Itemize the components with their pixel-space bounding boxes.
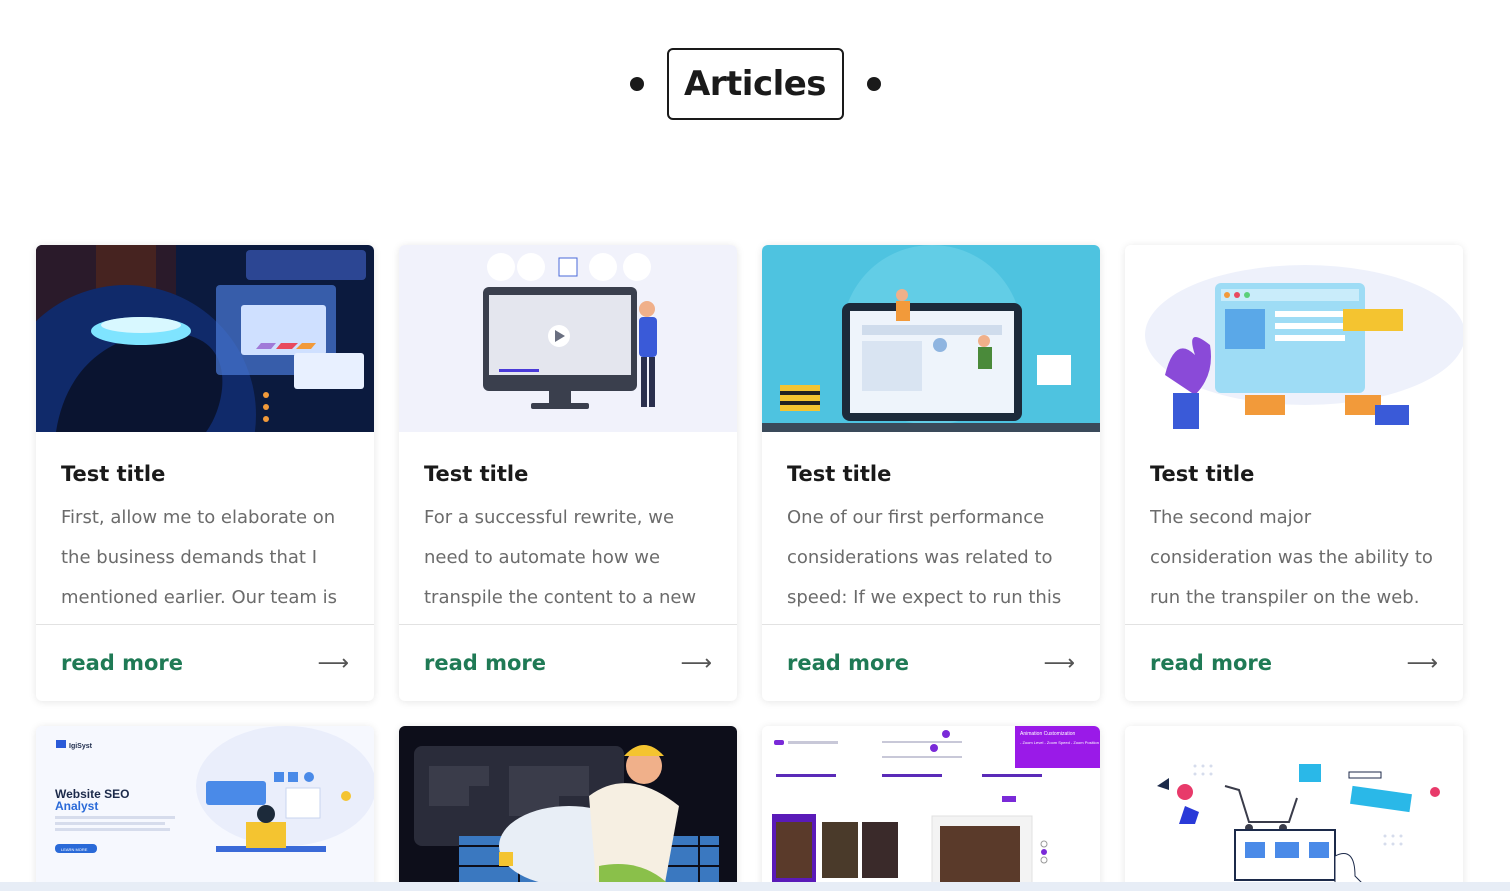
read-more-link[interactable]: read more xyxy=(61,651,183,675)
read-more-link[interactable]: read more xyxy=(1150,651,1272,675)
zoom-panel-items: - Zoom Level - Zoom Speed - Zoom Positio… xyxy=(1020,740,1099,745)
article-card: Test title One of our first performance … xyxy=(762,245,1100,701)
card-footer: read more ⟶ xyxy=(36,624,374,701)
arrow-right-icon[interactable]: ⟶ xyxy=(1043,651,1075,676)
neon-head-illustration-icon[interactable] xyxy=(36,245,374,432)
card-footer: read more ⟶ xyxy=(1125,624,1463,701)
article-card: IgiSyst Website SEO Analyst LEARN MORE xyxy=(36,726,374,891)
card-footer: read more ⟶ xyxy=(762,624,1100,701)
article-title[interactable]: Test title xyxy=(61,462,349,486)
articles-grid-row-2: IgiSyst Website SEO Analyst LEARN MORE A… xyxy=(36,726,1463,891)
ecommerce-cart-illustration-icon[interactable] xyxy=(1125,726,1463,891)
seo-analyst-illustration-icon[interactable]: IgiSyst Website SEO Analyst LEARN MORE xyxy=(36,726,374,891)
arrow-right-icon[interactable]: ⟶ xyxy=(1406,651,1438,676)
bottom-bar xyxy=(0,882,1510,891)
articles-grid: Test title First, allow me to elaborate … xyxy=(36,245,1463,701)
right-dot-decoration xyxy=(866,77,881,91)
left-dot-decoration xyxy=(629,77,644,91)
seo-button-label: LEARN MORE xyxy=(61,847,88,852)
web-building-illustration-icon[interactable] xyxy=(1125,245,1463,432)
image-zoom-settings-screenshot-icon[interactable]: Animation Customization - Zoom Level - Z… xyxy=(762,726,1100,891)
article-card: Test title For a successful rewrite, we … xyxy=(399,245,737,701)
arrow-right-icon[interactable]: ⟶ xyxy=(680,651,712,676)
seo-heading-accent: Analyst xyxy=(55,799,98,813)
section-title: Articles xyxy=(666,48,844,120)
article-excerpt: The second major consideration was the a… xyxy=(1150,507,1433,608)
read-more-link[interactable]: read more xyxy=(424,651,546,675)
article-title[interactable]: Test title xyxy=(1150,462,1438,486)
article-card: Test title First, allow me to elaborate … xyxy=(36,245,374,701)
article-title[interactable]: Test title xyxy=(424,462,712,486)
seo-logo: IgiSyst xyxy=(69,743,93,750)
article-card xyxy=(1125,726,1463,891)
zoom-panel-title: Animation Customization xyxy=(1020,731,1076,737)
article-card xyxy=(399,726,737,891)
article-card: Test title The second major consideratio… xyxy=(1125,245,1463,701)
laptop-construction-illustration-icon[interactable] xyxy=(762,245,1100,432)
card-footer: read more ⟶ xyxy=(399,624,737,701)
article-card: Animation Customization - Zoom Level - Z… xyxy=(762,726,1100,891)
arrow-right-icon[interactable]: ⟶ xyxy=(317,651,349,676)
article-title[interactable]: Test title xyxy=(787,462,1075,486)
video-monitor-illustration-icon[interactable] xyxy=(399,245,737,432)
article-excerpt: First, allow me to elaborate on the busi… xyxy=(61,507,337,608)
section-header: Articles xyxy=(0,48,1510,120)
phone-call-illustration-icon[interactable] xyxy=(399,726,737,891)
article-excerpt: One of our first performance considerati… xyxy=(787,507,1062,608)
read-more-link[interactable]: read more xyxy=(787,651,909,675)
article-excerpt: For a successful rewrite, we need to aut… xyxy=(424,507,697,608)
